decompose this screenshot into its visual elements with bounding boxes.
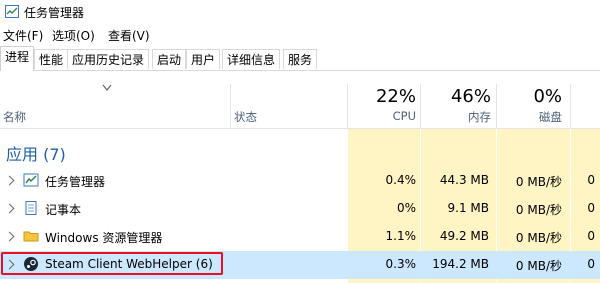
- tab-app-history[interactable]: 应用历史记录: [67, 49, 150, 69]
- column-separator[interactable]: [496, 84, 497, 128]
- table-row[interactable]: Windows 资源管理器 1.1% 49.2 MB 0 MB/秒 0: [0, 223, 600, 251]
- cpu-total-percent: 22%: [375, 86, 416, 107]
- tab-services[interactable]: 服务: [283, 49, 318, 69]
- network-value: 0: [587, 257, 595, 271]
- tab-processes[interactable]: 进程: [0, 46, 35, 71]
- table-row[interactable]: 任务管理器 0.4% 44.3 MB 0 MB/秒 0: [0, 167, 600, 195]
- notepad-icon: [25, 201, 37, 215]
- annotation-highlight-box: [1, 252, 223, 275]
- cpu-value: 0.3%: [385, 257, 417, 271]
- window-title: 任务管理器: [24, 6, 85, 20]
- menu-view[interactable]: 查看(V): [108, 27, 150, 44]
- column-separator[interactable]: [420, 84, 421, 128]
- tab-bar: 进程 性能 应用历史记录 启动 用户 详细信息 服务: [0, 46, 600, 71]
- memory-total-percent: 46%: [450, 86, 491, 107]
- column-header-cpu[interactable]: CPU: [350, 109, 416, 123]
- task-manager-icon: [23, 173, 39, 187]
- disk-value: 0 MB/秒: [515, 203, 562, 217]
- chevron-right-icon[interactable]: [4, 203, 15, 214]
- column-header-name[interactable]: 名称: [3, 109, 26, 125]
- title-bar: 任务管理器: [0, 0, 600, 24]
- folder-icon: [23, 231, 39, 242]
- menu-bar: 文件(F) 选项(O) 查看(V): [0, 24, 600, 44]
- cpu-value: 1.1%: [385, 229, 417, 243]
- cpu-value: 0.4%: [385, 173, 417, 187]
- network-value: 0: [587, 201, 595, 215]
- disk-value: 0 MB/秒: [515, 231, 562, 245]
- disk-value: 0 MB/秒: [515, 259, 562, 273]
- process-name: 任务管理器: [45, 175, 106, 189]
- column-header-status[interactable]: 状态: [234, 109, 257, 125]
- column-header-disk[interactable]: 磁盘: [499, 109, 562, 125]
- disk-total-percent: 0%: [533, 86, 562, 107]
- network-value: 0: [587, 229, 595, 243]
- network-value: 0: [587, 173, 595, 187]
- menu-file[interactable]: 文件(F): [3, 27, 43, 44]
- table-row[interactable]: 记事本 0% 9.1 MB 0 MB/秒 0: [0, 195, 600, 223]
- memory-value: 9.1 MB: [447, 201, 489, 215]
- menu-options[interactable]: 选项(O): [52, 27, 95, 44]
- memory-value: 194.2 MB: [432, 257, 489, 271]
- disk-value: 0 MB/秒: [515, 175, 562, 189]
- column-separator[interactable]: [230, 84, 231, 128]
- tab-users[interactable]: 用户: [186, 49, 221, 69]
- tab-details[interactable]: 详细信息: [222, 49, 281, 69]
- memory-value: 49.2 MB: [439, 229, 489, 243]
- process-name: Windows 资源管理器: [45, 231, 163, 245]
- column-header-memory[interactable]: 内存: [423, 109, 491, 125]
- chevron-right-icon[interactable]: [4, 175, 15, 186]
- process-name: 记事本: [45, 203, 82, 217]
- task-manager-app-icon: [5, 5, 19, 18]
- tab-startup[interactable]: 启动: [152, 49, 187, 69]
- chevron-right-icon[interactable]: [4, 231, 15, 242]
- column-separator[interactable]: [570, 84, 571, 128]
- tab-performance[interactable]: 性能: [34, 49, 69, 69]
- column-separator[interactable]: [347, 84, 348, 128]
- cpu-value: 0%: [396, 201, 416, 215]
- sort-chevron-down-icon[interactable]: [102, 84, 112, 92]
- memory-value: 44.3 MB: [439, 173, 489, 187]
- group-title-apps[interactable]: 应用 (7): [6, 141, 66, 165]
